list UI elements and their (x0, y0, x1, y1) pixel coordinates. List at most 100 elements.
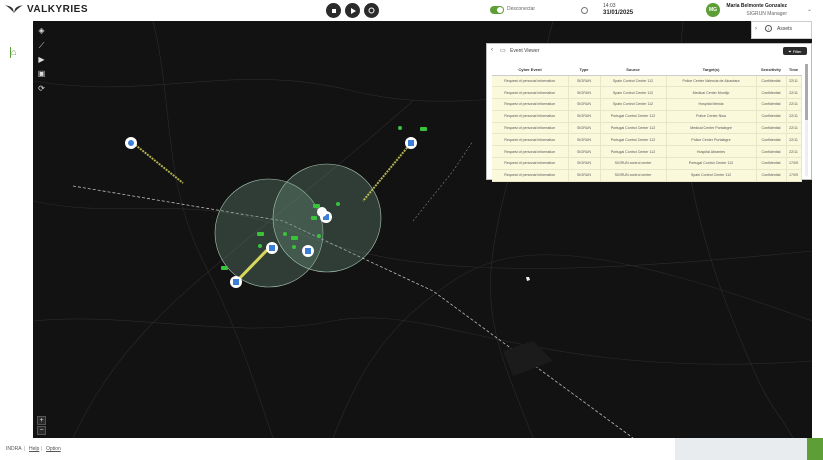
zoom-out-button[interactable]: − (37, 426, 46, 435)
column-header[interactable]: Cyber Event (492, 64, 568, 76)
table-cell: 22/11 (786, 122, 802, 135)
table-cell: 17/09 (786, 157, 802, 170)
table-cell: Request of personal information (492, 110, 569, 123)
footer-separator: | (41, 446, 43, 452)
column-header[interactable]: Type (568, 64, 600, 76)
table-cell: Police Center Valencia de Alcantara (666, 75, 757, 88)
event-table: Cyber Event Type Source Target(s) Sensit… (492, 64, 802, 182)
refresh-button[interactable] (364, 3, 379, 18)
table-row[interactable]: Request of personal information SIGRUN P… (492, 122, 802, 135)
table-cell: Request of personal information (492, 145, 569, 159)
table-row[interactable]: Request of personal information SIGRUN S… (492, 169, 802, 182)
home-icon[interactable]: ⌂ (11, 48, 21, 57)
table-cell: Confidential (756, 145, 787, 159)
scrollbar[interactable] (805, 64, 808, 176)
table-cell: Medical Center Portalegre (666, 122, 757, 135)
avatar[interactable]: MG (706, 3, 720, 17)
table-cell: Spain Control Center 112 (600, 75, 667, 88)
table-row[interactable]: Request of personal information SIGRUN P… (492, 110, 802, 123)
stop-button[interactable] (326, 3, 341, 18)
table-cell: SIGRUN (568, 122, 601, 135)
table-cell: Police Center Nisa (666, 110, 757, 123)
table-row[interactable]: Request of personal information SIGRUN S… (492, 75, 802, 88)
table-cell: Confidential (756, 133, 787, 147)
table-cell: Request of personal information (492, 169, 569, 182)
table-row[interactable]: Request of personal information SIGRUN S… (492, 98, 802, 111)
help-link[interactable]: Help (29, 446, 39, 452)
table-cell: Portugal Control Center 112 (600, 145, 667, 159)
table-cell: Request of personal information (492, 75, 569, 88)
table-cell: Request of personal information (492, 86, 569, 100)
sync-icon[interactable]: ⟳ (36, 83, 47, 94)
top-bar: VALKYRIES Desconectar 14:03 31/01/2025 M… (0, 0, 823, 21)
play-button[interactable] (345, 3, 360, 18)
assets-label: Assets (777, 26, 793, 32)
table-cell: Portugal Control Center 112 (600, 122, 667, 135)
clock-icon (581, 7, 588, 14)
table-cell: Spain Control Center 112 (600, 86, 667, 100)
table-cell: Hospital Merida (666, 98, 757, 111)
footer-accent (807, 438, 823, 460)
table-cell: SIGRUN (568, 169, 601, 182)
column-header[interactable]: Sensitivity (756, 64, 786, 76)
table-row[interactable]: Request of personal information SIGRUN S… (492, 86, 802, 100)
filter-label: Filter (792, 48, 802, 54)
connection-toggle[interactable] (490, 6, 504, 14)
option-link[interactable]: Option (46, 446, 61, 452)
table-cell: Confidential (756, 98, 787, 111)
table-cell: SIGRUN (568, 98, 601, 111)
table-cell: Confidential (756, 75, 787, 88)
table-cell: Portugal Control Center 112 (600, 133, 667, 147)
wings-icon (5, 5, 23, 13)
table-cell: Request of personal information (492, 157, 569, 170)
filter-button[interactable]: ⏷ Filter (783, 47, 807, 55)
scrollbar-thumb[interactable] (805, 64, 808, 120)
table-cell: 22/11 (786, 86, 802, 100)
connection-label: Desconectar (507, 6, 536, 12)
layers-icon[interactable]: ◈ (36, 25, 47, 36)
table-cell: 22/11 (786, 98, 802, 111)
chevron-right-icon[interactable]: › (755, 26, 757, 32)
table-row[interactable]: Request of personal information SIGRUN S… (492, 157, 802, 170)
info-icon[interactable]: i (765, 25, 772, 32)
table-cell: SIGRUN (568, 145, 601, 159)
filter-icon: ⏷ (788, 48, 792, 54)
table-cell: Police Center Portalegre (666, 133, 757, 147)
image-icon[interactable]: ▣ (36, 68, 47, 79)
event-viewer-title: Event Viewer (510, 48, 540, 54)
camera-icon[interactable]: ▶ (36, 54, 47, 65)
table-cell: SIGRUN (568, 110, 601, 123)
draw-line-icon[interactable]: ⟋ (36, 40, 47, 51)
table-cell: 22/11 (786, 75, 802, 88)
table-cell: Confidential (756, 169, 787, 182)
column-header[interactable]: Source (600, 64, 666, 76)
table-cell: 22/11 (786, 145, 802, 159)
play-icon (350, 7, 356, 14)
table-cell: Spain Control Center 112 (600, 98, 667, 111)
table-cell: Portugal Control Center 112 (600, 110, 667, 123)
table-row[interactable]: Request of personal information SIGRUN P… (492, 133, 802, 147)
table-cell: 22/11 (786, 133, 802, 147)
footer-separator: | (24, 446, 26, 452)
table-cell: Hospital Abrantes (666, 145, 757, 159)
table-cell: SIGRUN control center (600, 169, 667, 182)
table-cell: SIGRUN control center (600, 157, 667, 170)
table-cell: Medical Center Montijo (666, 86, 757, 100)
column-header[interactable]: Target(s) (666, 64, 756, 76)
current-time: 14:03 (603, 3, 616, 9)
table-cell: Confidential (756, 110, 787, 123)
column-header[interactable]: Time (786, 64, 801, 76)
brand-name: VALKYRIES (27, 3, 88, 15)
table-row[interactable]: Request of personal information SIGRUN P… (492, 145, 802, 159)
user-name: Maria Belmonte Gonzalez (726, 3, 787, 9)
table-cell: Confidential (756, 86, 787, 100)
table-cell: SIGRUN (568, 157, 601, 170)
back-icon[interactable]: ‹ (491, 47, 493, 53)
chevron-down-icon[interactable]: ⌄ (807, 6, 812, 13)
table-cell: Request of personal information (492, 98, 569, 111)
table-cell: Confidential (756, 122, 787, 135)
assets-panel[interactable]: › i Assets (751, 21, 812, 39)
event-viewer-panel: ‹ ▭ Event Viewer ⏷ Filter Cyber Event Ty… (486, 43, 812, 182)
table-cell: SIGRUN (568, 133, 601, 147)
zoom-in-button[interactable]: + (37, 416, 46, 425)
